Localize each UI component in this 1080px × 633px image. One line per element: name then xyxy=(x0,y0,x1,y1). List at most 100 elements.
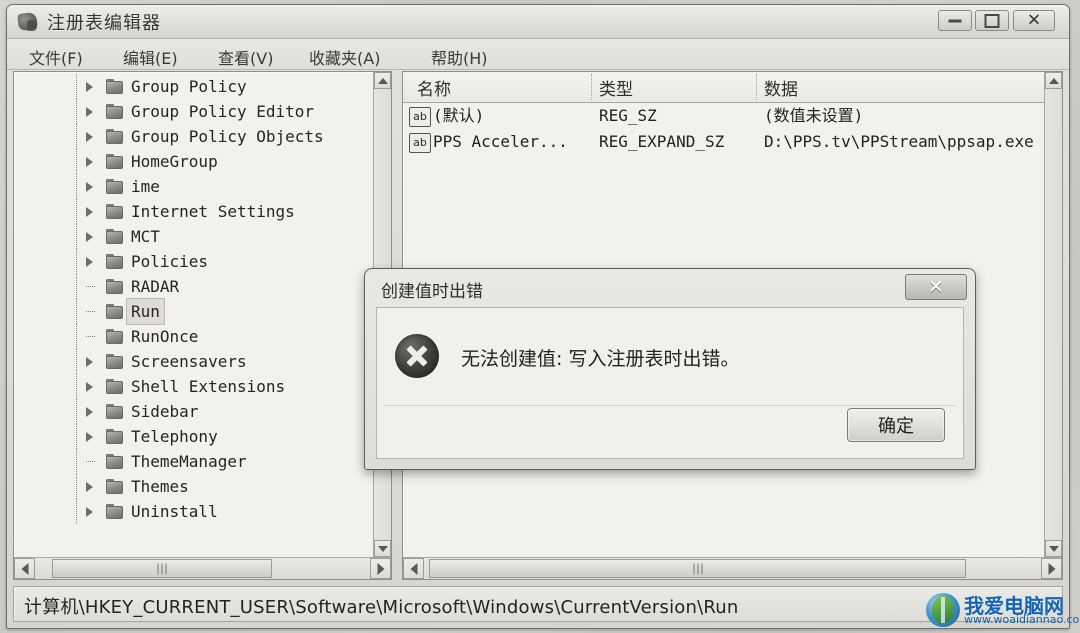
menu-bar: 文件(F) 编辑(E) 查看(V) 收藏夹(A) 帮助(H) xyxy=(7,39,1069,70)
error-dialog-title: 创建值时出错 xyxy=(381,282,483,302)
list-scroll-left-button[interactable] xyxy=(403,558,424,579)
chevron-right-icon[interactable] xyxy=(86,482,93,492)
tree-item-label: Policies xyxy=(131,252,209,271)
tree-item-label: RADAR xyxy=(131,277,180,296)
chevron-right-icon[interactable] xyxy=(86,507,93,517)
tree-item-thememanager[interactable]: ThemeManager xyxy=(14,449,374,474)
tree-leaf-dash-icon xyxy=(86,336,95,337)
tree-scroll-left-button[interactable] xyxy=(14,558,35,579)
tree-scroll-up-button[interactable] xyxy=(374,72,391,89)
registry-tree[interactable]: Group Policy Group Policy Editor Group Pol… xyxy=(14,72,374,557)
chevron-right-icon[interactable] xyxy=(86,107,93,117)
tree-item-policies[interactable]: Policies xyxy=(14,249,374,274)
folder-icon xyxy=(106,129,123,144)
chevron-right-icon[interactable] xyxy=(86,407,93,417)
tree-scroll-right-button[interactable] xyxy=(370,558,391,579)
column-header-data[interactable]: 数据 xyxy=(764,75,798,100)
tree-item-themes[interactable]: Themes xyxy=(14,474,374,499)
chevron-right-icon[interactable] xyxy=(86,132,93,142)
list-hscroll-thumb[interactable] xyxy=(429,559,966,578)
menu-view[interactable]: 查看(V) xyxy=(212,43,279,71)
tree-leaf-dash-icon xyxy=(86,311,95,312)
column-header-name[interactable]: 名称 xyxy=(417,75,451,100)
tree-item-group-policy-editor[interactable]: Group Policy Editor xyxy=(14,99,374,124)
error-dialog: 创建值时出错 ✕ 无法创建值: 写入注册表时出错。 确定 xyxy=(364,268,976,470)
tree-item-run[interactable]: Run xyxy=(14,298,374,325)
ok-button-label: 确定 xyxy=(878,416,914,437)
tree-horizontal-scrollbar[interactable] xyxy=(14,557,391,579)
chevron-right-icon[interactable] xyxy=(86,357,93,367)
tree-leaf-dash-icon xyxy=(86,286,95,287)
tree-item-internet-settings[interactable]: Internet Settings xyxy=(14,199,374,224)
folder-icon xyxy=(106,104,123,119)
error-dialog-body: 无法创建值: 写入注册表时出错。 确定 xyxy=(376,307,964,459)
folder-icon xyxy=(106,204,123,219)
tree-item-shell-extensions[interactable]: Shell Extensions xyxy=(14,374,374,399)
error-dialog-close-button[interactable]: ✕ xyxy=(905,274,967,300)
list-vertical-scrollbar[interactable] xyxy=(1044,72,1062,557)
chevron-right-icon[interactable] xyxy=(86,157,93,167)
tree-guide-line xyxy=(76,449,78,474)
tree-guide-line xyxy=(76,324,78,349)
tree-hscroll-thumb[interactable] xyxy=(52,559,272,578)
menu-favorites[interactable]: 收藏夹(A) xyxy=(303,43,386,71)
table-row[interactable]: ab (默认) REG_SZ (数值未设置) xyxy=(403,103,1045,129)
folder-icon xyxy=(106,79,123,94)
maximize-button[interactable] xyxy=(975,10,1009,31)
chevron-right-icon[interactable] xyxy=(86,382,93,392)
tree-item-radar[interactable]: RADAR xyxy=(14,274,374,299)
minimize-button[interactable] xyxy=(938,10,972,31)
close-button[interactable]: ✕ xyxy=(1013,10,1055,31)
list-scroll-up-button[interactable] xyxy=(1045,72,1062,89)
chevron-right-icon[interactable] xyxy=(86,182,93,192)
table-row[interactable]: ab PPS Acceler... REG_EXPAND_SZ D:\PPS.tv\P… xyxy=(403,129,1045,155)
tree-leaf-dash-icon xyxy=(86,461,95,462)
menu-file[interactable]: 文件(F) xyxy=(23,43,89,71)
tree-item-runonce[interactable]: RunOnce xyxy=(14,324,374,349)
chevron-right-icon[interactable] xyxy=(86,257,93,267)
tree-guide-line xyxy=(76,424,78,449)
folder-icon xyxy=(106,229,123,244)
column-header-type[interactable]: 类型 xyxy=(599,75,633,100)
tree-item-homegroup[interactable]: HomeGroup xyxy=(14,149,374,174)
folder-icon xyxy=(106,354,123,369)
chevron-right-icon[interactable] xyxy=(86,432,93,442)
folder-icon xyxy=(106,429,123,444)
value-data: (数值未设置) xyxy=(764,106,864,125)
folder-icon xyxy=(106,404,123,419)
value-name: PPS Acceler... xyxy=(433,132,568,151)
tree-guide-line xyxy=(76,399,78,424)
tree-item-screensavers[interactable]: Screensavers xyxy=(14,349,374,374)
tree-item-mct[interactable]: MCT xyxy=(14,224,374,249)
ok-button[interactable]: 确定 xyxy=(847,408,945,442)
title-bar: 注册表编辑器 ✕ xyxy=(7,5,1069,39)
string-value-icon: ab xyxy=(409,133,431,153)
tree-item-label: ime xyxy=(131,177,160,196)
chevron-right-icon[interactable] xyxy=(86,82,93,92)
tree-item-sidebar[interactable]: Sidebar xyxy=(14,399,374,424)
menu-help[interactable]: 帮助(H) xyxy=(425,43,494,71)
tree-item-uninstall[interactable]: Uninstall xyxy=(14,499,374,524)
tree-guide-line xyxy=(76,274,78,299)
chevron-right-icon[interactable] xyxy=(86,207,93,217)
close-icon: ✕ xyxy=(928,276,944,298)
registry-path: 计算机\HKEY_CURRENT_USER\Software\Microsoft… xyxy=(24,597,739,618)
menu-edit[interactable]: 编辑(E) xyxy=(117,43,184,71)
tree-scroll-down-button[interactable] xyxy=(374,540,391,557)
tree-item-group-policy[interactable]: Group Policy xyxy=(14,74,374,99)
tree-guide-line xyxy=(76,374,78,399)
chevron-right-icon[interactable] xyxy=(86,232,93,242)
tree-item-ime[interactable]: ime xyxy=(14,174,374,199)
tree-guide-line xyxy=(76,74,78,99)
window-title: 注册表编辑器 xyxy=(47,13,161,34)
tree-item-label: Internet Settings xyxy=(131,202,295,221)
tree-item-telephony[interactable]: Telephony xyxy=(14,424,374,449)
list-scroll-down-button[interactable] xyxy=(1045,540,1062,557)
list-scroll-right-button[interactable] xyxy=(1041,558,1062,579)
list-horizontal-scrollbar[interactable] xyxy=(403,557,1062,579)
tree-item-group-policy-objects[interactable]: Group Policy Objects xyxy=(14,124,374,149)
tree-guide-line xyxy=(76,149,78,174)
watermark-url: www.woaidiannao.com xyxy=(964,613,1080,626)
folder-icon xyxy=(106,254,123,269)
string-value-icon: ab xyxy=(409,107,431,127)
